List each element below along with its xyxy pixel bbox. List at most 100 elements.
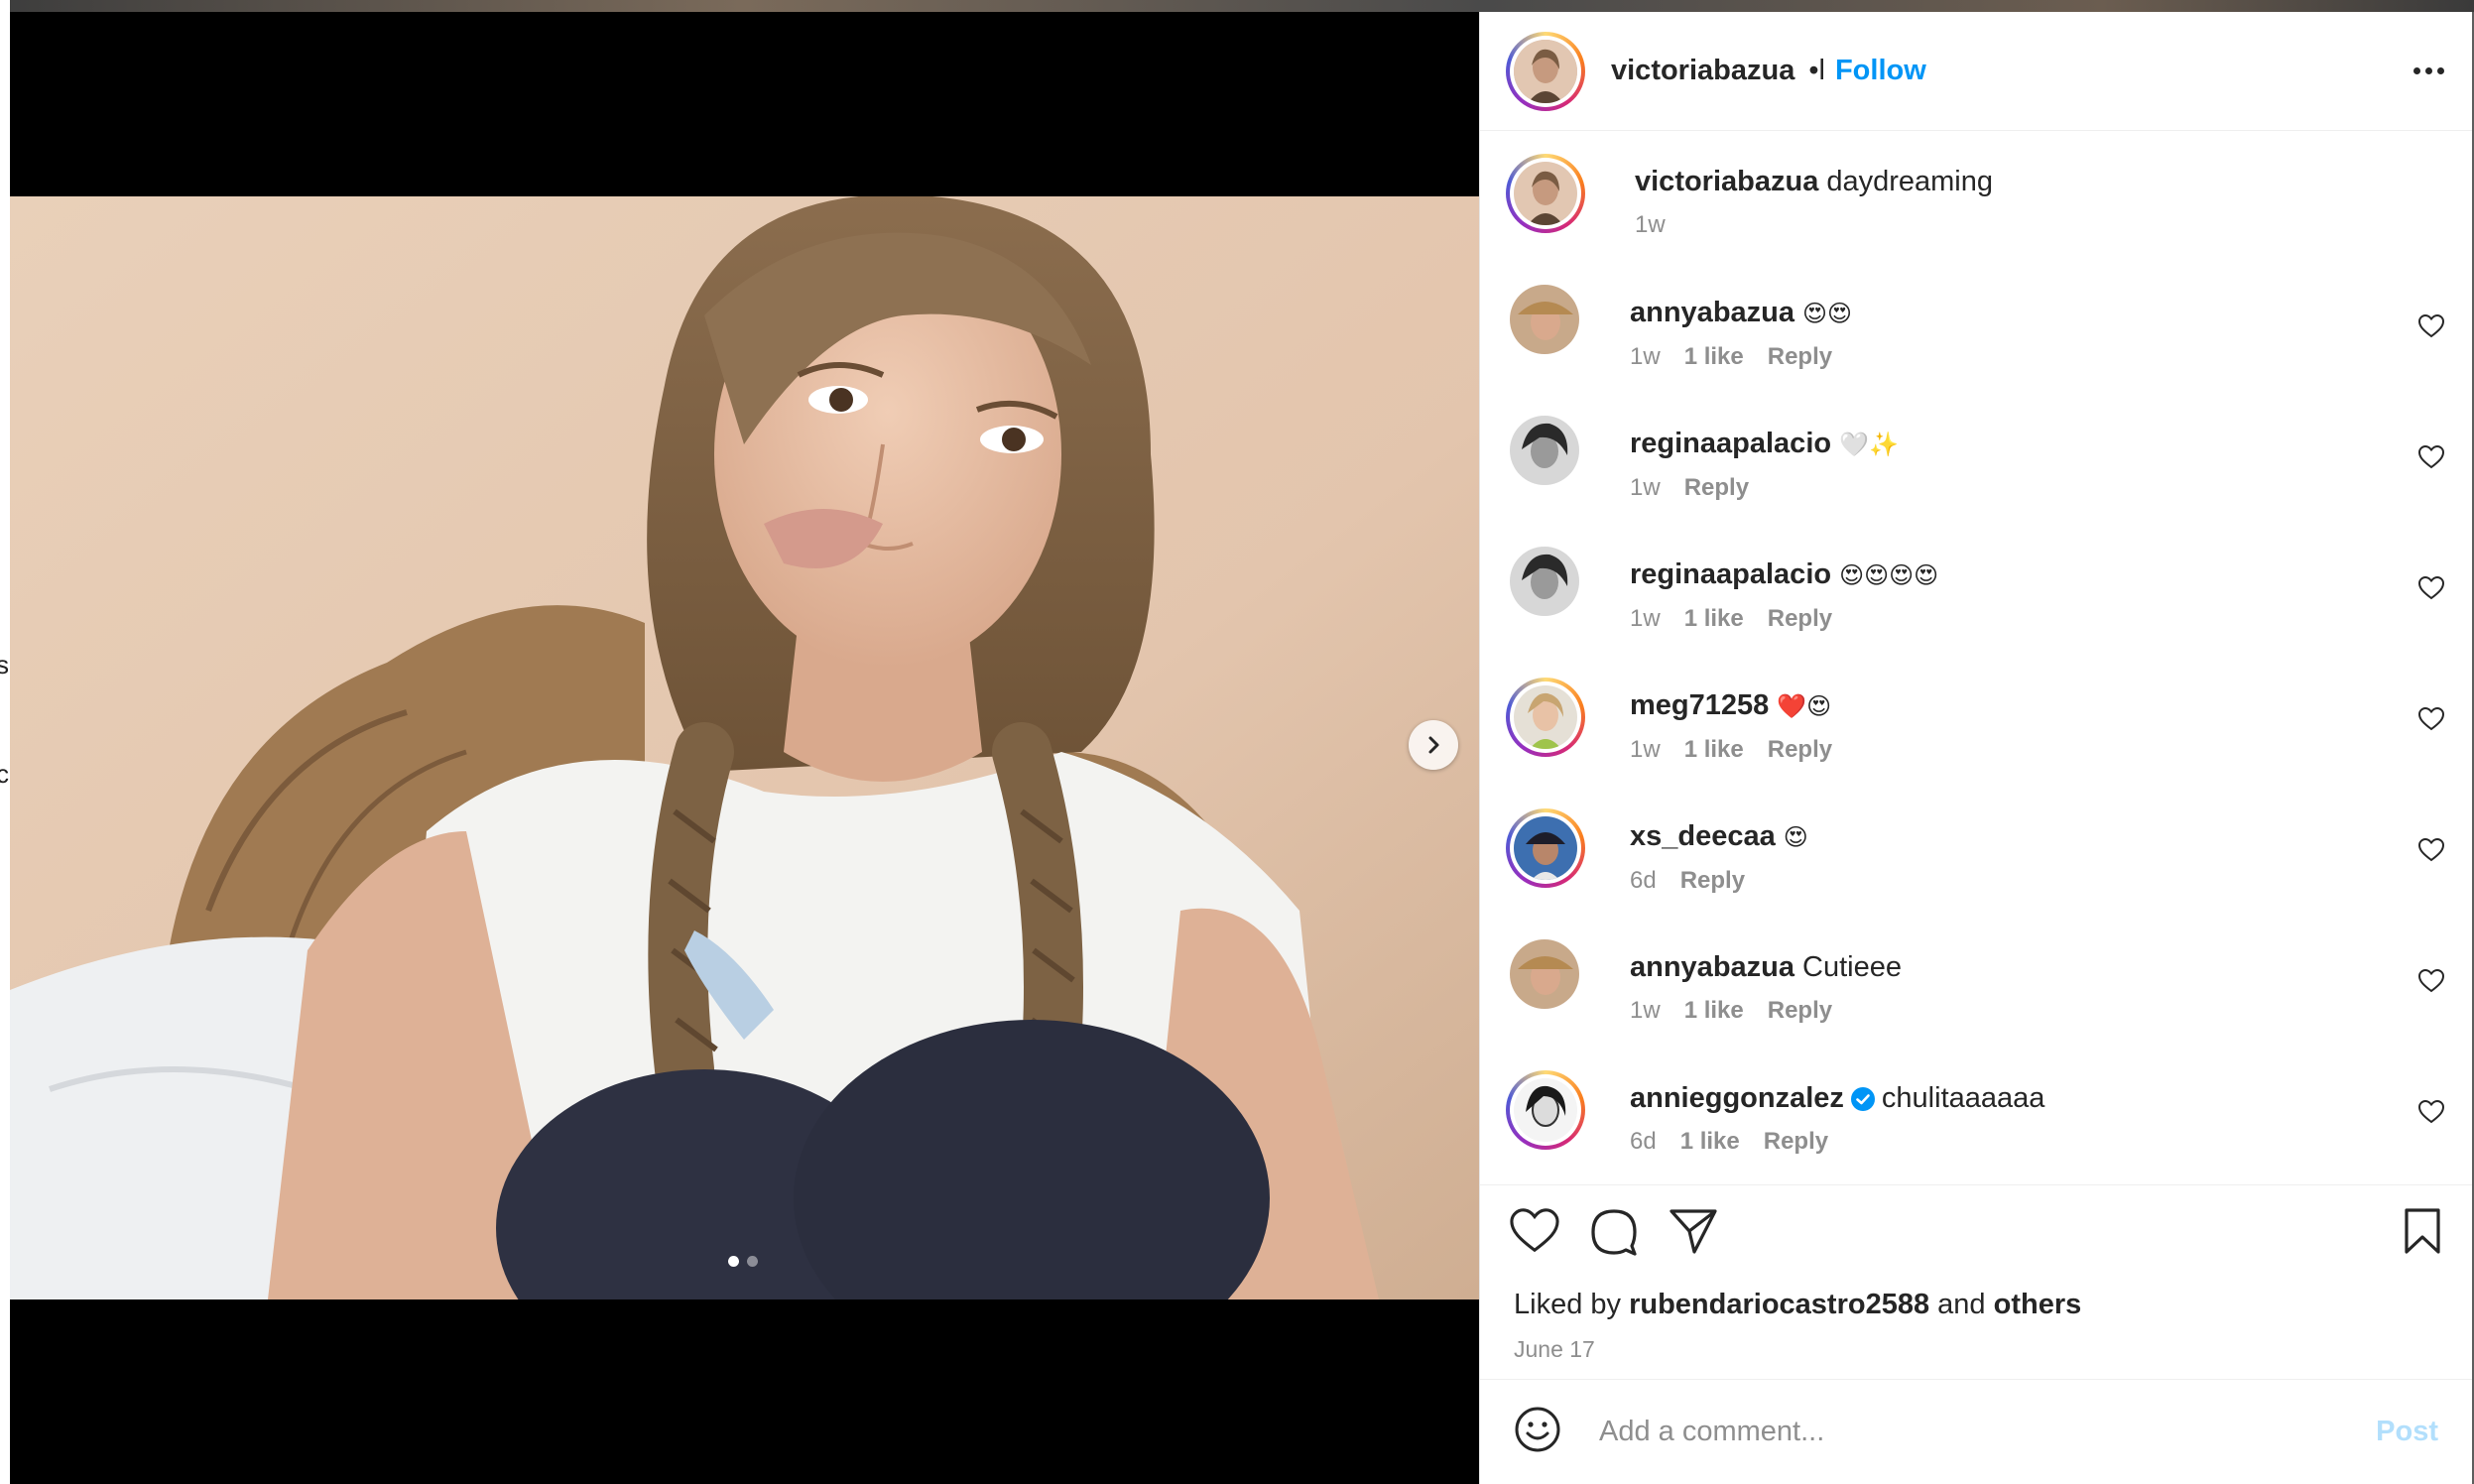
reply-button[interactable]: Reply <box>1768 343 1832 371</box>
comment-heart-icon[interactable] <box>2417 706 2445 736</box>
comment-time: 6d <box>1630 1128 1657 1155</box>
heart-icon[interactable] <box>1510 1207 1559 1260</box>
commenter-avatar[interactable] <box>1510 285 1579 354</box>
comment-row: annieggonzalez chulitaaaaaa 6d 1 like Reply <box>1506 1070 2445 1183</box>
comment-username[interactable]: meg71258 <box>1630 689 1769 721</box>
comment-time: 1w <box>1630 736 1661 763</box>
reply-button[interactable]: Reply <box>1764 1128 1828 1156</box>
comment-text: 😍😍 <box>1802 300 1853 327</box>
send-icon[interactable] <box>1669 1207 1718 1260</box>
comments-list: victoriabazua daydreaming 1w annyabazua 😍😍… <box>1480 132 2472 1183</box>
likes-others-link[interactable]: others <box>1994 1289 2082 1320</box>
comment-username[interactable]: annieggonzalez <box>1630 1082 1844 1114</box>
comment-text: Cutieee <box>1802 951 1902 983</box>
post-date[interactable]: June 17 <box>1514 1336 1595 1363</box>
caption-username[interactable]: victoriabazua <box>1635 166 1818 197</box>
reply-button[interactable]: Reply <box>1768 736 1832 764</box>
comment-username[interactable]: annyabazua <box>1630 297 1794 328</box>
follow-separator: •l <box>1808 55 1825 86</box>
next-slide-button[interactable] <box>1409 720 1458 770</box>
comment-text: ❤️😍 <box>1777 692 1832 720</box>
commenter-avatar <box>1514 816 1577 880</box>
comment-username[interactable]: reginaapalacio <box>1630 558 1831 590</box>
comment-time: 1w <box>1630 474 1661 501</box>
chevron-right-icon <box>1428 736 1439 754</box>
comment-likes[interactable]: 1 like <box>1684 343 1744 371</box>
comment-row: xs_deecaa 😍 6d Reply <box>1506 808 2445 928</box>
post-side-panel: victoriabazua •l Follow victoriabazua da… <box>1479 12 2472 1484</box>
caption-row: victoriabazua daydreaming 1w <box>1506 154 2444 273</box>
comment-username[interactable]: reginaapalacio <box>1630 428 1831 459</box>
edge-glyph: c <box>0 759 9 789</box>
comment-likes[interactable]: 1 like <box>1684 997 1744 1025</box>
emoji-icon[interactable] <box>1514 1406 1561 1458</box>
comment-row: annyabazua Cutieee 1w 1 like Reply <box>1506 939 2445 1058</box>
comment-heart-icon[interactable] <box>2417 575 2445 605</box>
comment-heart-icon[interactable] <box>2417 968 2445 998</box>
comment-text: 🤍✨ <box>1839 431 1899 458</box>
post-modal: victoriabazua •l Follow victoriabazua da… <box>10 12 2472 1484</box>
commenter-avatar[interactable] <box>1510 547 1579 616</box>
avatar <box>1514 162 1577 225</box>
comment-text: 😍 <box>1783 823 1808 851</box>
commenter-avatar[interactable] <box>1510 416 1579 485</box>
comment-text: chulitaaaaaa <box>1881 1082 2045 1114</box>
comment-row: reginaapalacio 😍😍😍😍 1w 1 like Reply <box>1506 547 2445 666</box>
edge-glyph: s <box>0 650 9 680</box>
likes-summary: Liked by rubendariocastro2588 and others <box>1514 1289 2081 1321</box>
comment-icon[interactable] <box>1589 1207 1639 1262</box>
post-header: victoriabazua •l Follow <box>1480 12 2472 131</box>
post-comment-button[interactable]: Post <box>2376 1416 2438 1448</box>
comment-likes[interactable]: 1 like <box>1684 605 1744 633</box>
commenter-avatar-ring[interactable] <box>1506 678 1585 757</box>
reply-button[interactable]: Reply <box>1768 997 1832 1025</box>
reply-button[interactable]: Reply <box>1684 474 1749 502</box>
comment-row: reginaapalacio 🤍✨ 1w Reply <box>1506 416 2445 535</box>
commenter-avatar <box>1514 685 1577 749</box>
likes-prefix: Liked by <box>1514 1289 1622 1320</box>
commenter-avatar[interactable] <box>1510 939 1579 1009</box>
comment-heart-icon[interactable] <box>2417 313 2445 343</box>
comment-username[interactable]: annyabazua <box>1630 951 1794 983</box>
verified-badge-icon <box>1850 1087 1875 1112</box>
bookmark-icon[interactable] <box>2403 1207 2442 1260</box>
comment-row: meg71258 ❤️😍 1w 1 like Reply <box>1506 678 2445 797</box>
comment-likes[interactable]: 1 like <box>1680 1128 1740 1156</box>
background-page-edge: s c <box>0 0 10 1484</box>
comment-heart-icon[interactable] <box>2417 1099 2445 1129</box>
caption-text: daydreaming <box>1826 166 1993 197</box>
post-photo <box>10 196 1479 1299</box>
comment-heart-icon[interactable] <box>2417 444 2445 474</box>
caption-time: 1w <box>1635 211 1666 238</box>
comment-input[interactable] <box>1597 1415 2377 1449</box>
backdrop-strip <box>0 0 2474 12</box>
liked-by-user[interactable]: rubendariocastro2588 <box>1629 1289 1929 1320</box>
caption-avatar-ring[interactable] <box>1506 154 1585 233</box>
likes-middle: and <box>1937 1289 1986 1320</box>
comment-composer: Post <box>1480 1379 2472 1484</box>
comment-row: annyabazua 😍😍 1w 1 like Reply <box>1506 285 2445 404</box>
carousel-indicator <box>728 1256 758 1267</box>
post-actions: Liked by rubendariocastro2588 and others… <box>1480 1184 2472 1394</box>
comment-text: 😍😍😍😍 <box>1839 561 1939 589</box>
commenter-avatar <box>1514 1078 1577 1142</box>
author-avatar-ring[interactable] <box>1506 31 1585 111</box>
carousel-dot-active <box>728 1256 739 1267</box>
photo-image <box>10 196 1479 1299</box>
comment-heart-icon[interactable] <box>2417 837 2445 867</box>
comment-likes[interactable]: 1 like <box>1684 736 1744 764</box>
reply-button[interactable]: Reply <box>1768 605 1832 633</box>
post-media <box>10 12 1479 1484</box>
comment-time: 6d <box>1630 867 1657 894</box>
comment-username[interactable]: xs_deecaa <box>1630 820 1776 852</box>
comment-time: 1w <box>1630 343 1661 370</box>
author-username[interactable]: victoriabazua <box>1611 55 1794 87</box>
reply-button[interactable]: Reply <box>1680 867 1745 895</box>
follow-button[interactable]: Follow <box>1835 55 1926 87</box>
more-icon[interactable] <box>2413 67 2444 74</box>
avatar <box>1514 39 1577 103</box>
comment-time: 1w <box>1630 605 1661 632</box>
commenter-avatar-ring[interactable] <box>1506 808 1585 888</box>
commenter-avatar-ring[interactable] <box>1506 1070 1585 1150</box>
carousel-dot <box>747 1256 758 1267</box>
